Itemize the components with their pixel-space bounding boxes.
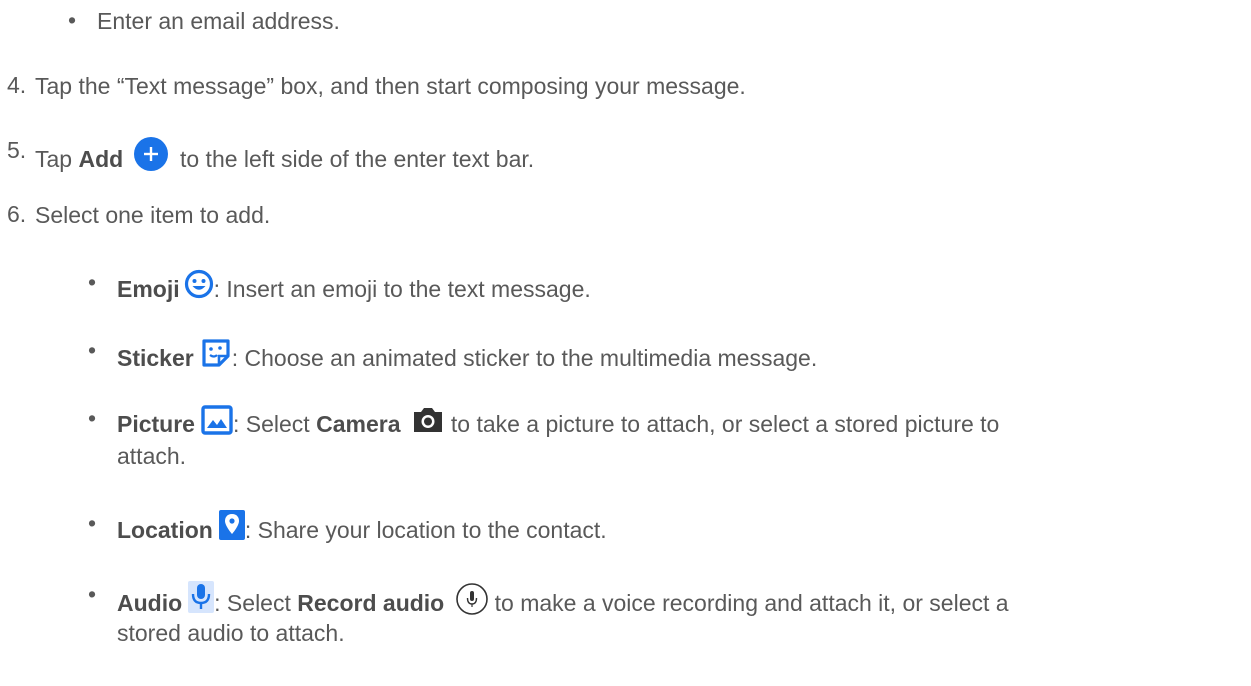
picture-icon <box>201 405 233 435</box>
add-circle-icon <box>133 137 168 171</box>
item-text: : Share your location to the contact. <box>244 517 607 543</box>
step-text: Tap the “Text message” box, and then sta… <box>35 73 746 99</box>
step-number: 5. <box>7 137 27 163</box>
item-bold: Location <box>117 517 213 543</box>
item-text: : Choose an animated sticker to the mult… <box>231 345 818 371</box>
bullet: • <box>88 269 97 295</box>
step-number: 4. <box>7 72 27 98</box>
item-bold: Audio <box>117 590 183 616</box>
record-audio-icon <box>455 582 489 616</box>
location-icon <box>218 510 245 540</box>
item-text: to take a picture to attach, or select a… <box>450 411 1000 437</box>
bullet: • <box>88 337 97 363</box>
item-text: : Insert an emoji to the text message. <box>213 276 591 302</box>
item-bold: Sticker <box>117 345 194 371</box>
bullet: • <box>88 581 97 607</box>
item-bold-record-audio: Record audio <box>297 590 445 616</box>
bullet: • <box>88 405 97 431</box>
document-page: • Enter an email address. 4. Tap the “Te… <box>0 0 1251 686</box>
list-item: Emoji : Insert an emoji to the text mess… <box>117 269 591 303</box>
camera-icon <box>411 405 445 435</box>
item-text-cont: attach. <box>117 443 187 469</box>
list-item: Picture : Select Camera to take a pictur… <box>117 405 999 438</box>
step-number: 6. <box>7 201 27 227</box>
list-item: Audio : Select Record audio to make a vo… <box>117 581 1009 617</box>
bullet: • <box>68 7 77 33</box>
list-item: Enter an email address. <box>97 8 340 34</box>
sticker-icon <box>200 337 232 369</box>
step-text-post: to the left side of the enter text bar. <box>179 146 535 172</box>
item-text: : Select <box>232 411 317 437</box>
bullet: • <box>88 510 97 536</box>
item-text: : Select <box>214 590 298 616</box>
list-item: Sticker : Choose an animated sticker to … <box>117 337 817 372</box>
item-text-cont: stored audio to attach. <box>117 620 345 646</box>
item-bold: Emoji <box>117 276 180 302</box>
emoji-icon <box>184 269 214 299</box>
item-text: to make a voice recording and attach it,… <box>494 590 1009 616</box>
step-text-pre: Tap <box>35 146 79 172</box>
step-text: Tap Add to the left side of the enter te… <box>35 137 534 173</box>
step-bold: Add <box>78 146 124 172</box>
item-bold: Picture <box>117 411 195 437</box>
step-text: Select one item to add. <box>35 202 271 228</box>
microphone-icon <box>188 581 215 613</box>
item-bold-camera: Camera <box>316 411 401 437</box>
list-item: Location : Share your location to the co… <box>117 510 607 544</box>
